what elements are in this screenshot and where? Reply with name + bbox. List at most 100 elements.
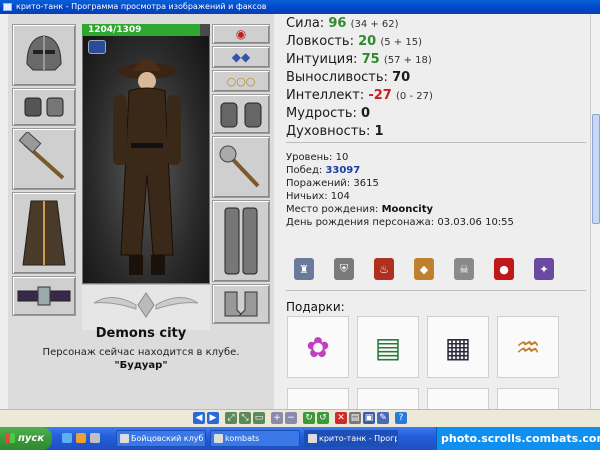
weapon-slot-left[interactable] xyxy=(12,128,76,190)
gloves-slot[interactable] xyxy=(212,94,270,134)
skull-badge-icon[interactable]: ☠ xyxy=(454,258,474,280)
gauntlets-icon xyxy=(220,102,262,128)
weapon-slot-right[interactable] xyxy=(212,136,270,198)
watermark: photo.scrolls.combats.com xyxy=(441,432,600,445)
mana-orb-icon xyxy=(88,40,106,54)
rotate-counterclockwise-button[interactable]: ↺ xyxy=(317,412,329,424)
stat-row: Духовность: 1 xyxy=(286,124,384,139)
stat-row: Сила: 96 (34 + 62) xyxy=(286,16,399,31)
start-label: пуск xyxy=(18,433,45,444)
gifts-title: Подарки: xyxy=(286,300,345,314)
stat-row: Интеллект: -27 (0 - 27) xyxy=(286,88,433,103)
pear-icon[interactable]: ◐ xyxy=(287,388,349,409)
birthday-row: День рождения персонажа: 03.03.06 10:55 xyxy=(286,217,514,228)
ie-quicklaunch-icon[interactable] xyxy=(62,433,72,443)
belt-icon xyxy=(17,286,71,306)
slideshow-button[interactable]: ▭ xyxy=(253,412,265,424)
taskbar-item[interactable]: Бойцовский клуб -... xyxy=(116,430,206,447)
stat-row: Выносливость: 70 xyxy=(286,70,410,85)
club-status-text: Персонаж сейчас находится в клубе. xyxy=(42,347,240,358)
amulet-icon: ◉ xyxy=(235,27,247,41)
help-button[interactable]: ? xyxy=(395,412,407,424)
helmet-badge-icon[interactable]: ♜ xyxy=(294,258,314,280)
actual-size-button[interactable]: ⤡ xyxy=(239,412,251,424)
winged-emblem-icon xyxy=(93,292,199,318)
amber-badge-icon[interactable]: ◆ xyxy=(414,258,434,280)
hp-value: 1204/1309 xyxy=(88,25,142,35)
stat-bonus: (0 - 27) xyxy=(396,91,433,102)
earrings-icon: ◆◆ xyxy=(231,50,251,64)
dark-book-icon[interactable]: ▦ xyxy=(427,316,489,378)
club-name: "Будуар" xyxy=(114,360,168,371)
stat-value: -27 xyxy=(368,88,392,103)
stat-value: 20 xyxy=(358,34,377,49)
clan-emblem xyxy=(82,284,210,330)
previous-image-button[interactable]: ◀ xyxy=(193,412,205,424)
losses-row: Поражений: 3615 xyxy=(286,178,379,189)
helmet-icon xyxy=(26,35,62,71)
hp-bar: 1204/1309 xyxy=(82,24,210,36)
stat-value: 1 xyxy=(374,124,384,139)
windows-logo-icon xyxy=(5,433,15,443)
start-button[interactable]: пуск xyxy=(0,427,52,450)
armor-slot[interactable] xyxy=(12,192,76,274)
vertical-scrollbar[interactable] xyxy=(590,14,600,409)
warrior-figure-icon xyxy=(113,59,181,275)
rings-icon: ○○○ xyxy=(226,74,256,88)
leggings-slot[interactable] xyxy=(212,200,270,282)
chocolate-icon[interactable]: ▥ xyxy=(427,388,489,409)
media-quicklaunch-icon[interactable] xyxy=(76,433,86,443)
leg-armor-icon xyxy=(224,207,258,275)
next-image-button[interactable]: ▶ xyxy=(207,412,219,424)
mace-icon xyxy=(219,145,260,188)
zoom-in-button[interactable]: + xyxy=(271,412,283,424)
green-book-icon[interactable]: ▤ xyxy=(357,316,419,378)
hammer-icon xyxy=(18,132,65,180)
stat-label: Выносливость: xyxy=(286,70,388,85)
window-icon xyxy=(308,434,317,443)
print-button[interactable]: ▤ xyxy=(349,412,361,424)
stat-value: 70 xyxy=(392,70,411,85)
stat-label: Мудрость: xyxy=(286,106,357,121)
stat-label: Духовность: xyxy=(286,124,371,139)
boots-icon xyxy=(224,291,258,317)
helmet-slot[interactable] xyxy=(12,24,76,86)
taskbar-item-label: крито-танк - Програ... xyxy=(319,434,397,443)
image-viewer-icon xyxy=(3,3,12,11)
bracers-slot[interactable] xyxy=(12,88,76,126)
delete-button[interactable]: ✕ xyxy=(335,412,347,424)
flower-icon[interactable]: ✿ xyxy=(287,316,349,378)
crystal-badge-icon[interactable]: ✦ xyxy=(534,258,554,280)
boots-slot[interactable] xyxy=(212,284,270,324)
best-fit-button[interactable]: ⤢ xyxy=(225,412,237,424)
stat-row: Ловкость: 20 (5 + 15) xyxy=(286,34,422,49)
window-title: крито-танк - Программа просмотра изображ… xyxy=(16,2,267,11)
amulet-slot[interactable]: ◉ xyxy=(212,24,270,44)
rotate-clockwise-button[interactable]: ↻ xyxy=(303,412,315,424)
chocolate-icon[interactable]: ▥ xyxy=(497,388,559,409)
desktop-quicklaunch-icon[interactable] xyxy=(90,433,100,443)
viewer-toolbar: ◀ ▶ ⤢ ⤡ ▭ + − ↻ ↺ ✕ ▤ ▣ ✎ ? xyxy=(0,409,600,427)
fire-badge-icon[interactable]: ♨ xyxy=(374,258,394,280)
stats-divider xyxy=(286,142,586,143)
stat-label: Интуиция: xyxy=(286,52,358,67)
bracers-icon xyxy=(24,97,64,117)
city-name: Demons city xyxy=(95,326,187,341)
image-canvas: 1204/1309 ◉ ◆◆ ○○○ Demons city Персонаж … xyxy=(0,14,600,409)
vertical-scroll-thumb[interactable] xyxy=(592,114,600,224)
stat-row: Интуиция: 75 (57 + 18) xyxy=(286,52,432,67)
ruby-badge-icon[interactable]: ● xyxy=(494,258,514,280)
shield-badge-icon[interactable]: ⛨ xyxy=(334,258,354,280)
earrings-slot[interactable]: ◆◆ xyxy=(212,46,270,68)
horn-icon[interactable]: ♒ xyxy=(497,316,559,378)
scroll-icon[interactable]: ✉ xyxy=(357,388,419,409)
rings-slot[interactable]: ○○○ xyxy=(212,70,270,92)
taskbar-item[interactable]: крито-танк - Програ... xyxy=(304,430,398,447)
edit-button[interactable]: ✎ xyxy=(377,412,389,424)
taskbar-item-label: kombats xyxy=(225,434,260,443)
belt-slot[interactable] xyxy=(12,276,76,316)
save-button[interactable]: ▣ xyxy=(363,412,375,424)
zoom-out-button[interactable]: − xyxy=(285,412,297,424)
taskbar-item-label: Бойцовский клуб -... xyxy=(131,434,205,443)
taskbar-item[interactable]: kombats xyxy=(210,430,300,447)
